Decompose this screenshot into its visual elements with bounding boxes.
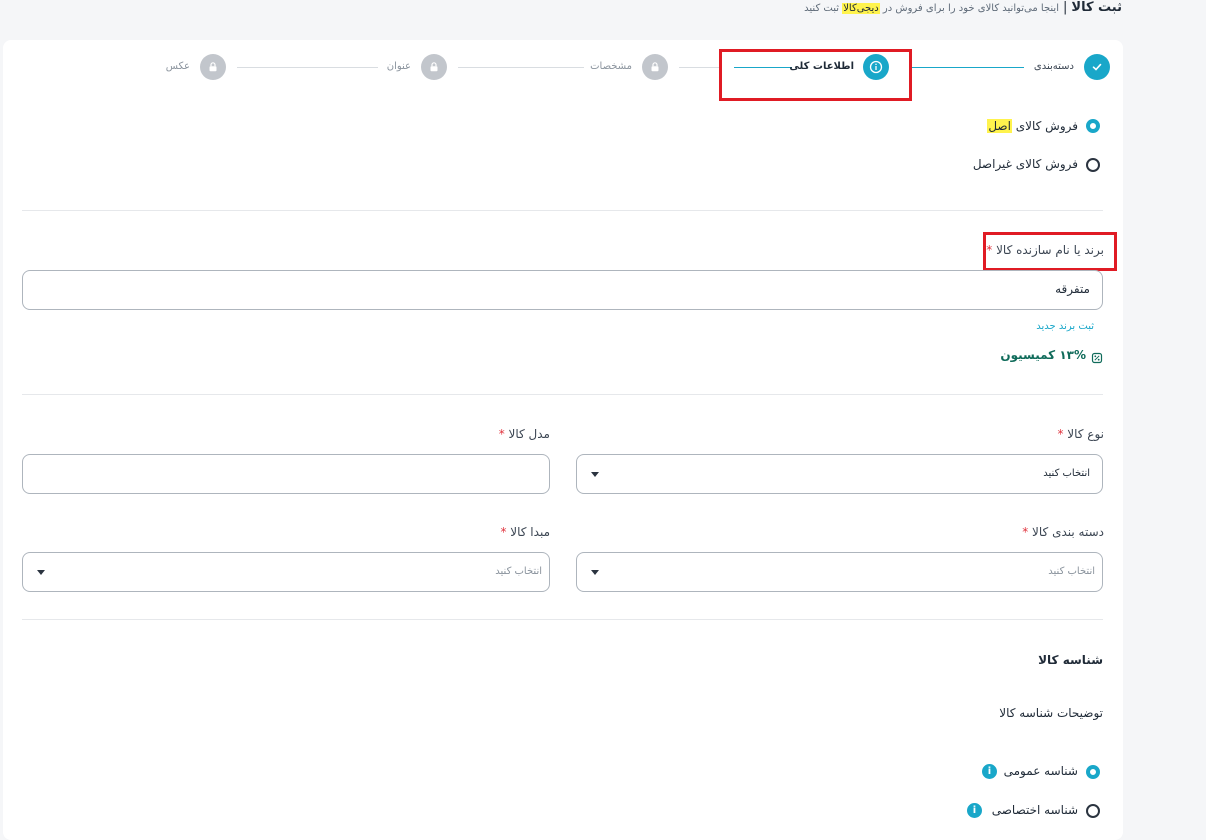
step-photo-circle bbox=[200, 54, 226, 80]
subtitle-after: ثبت کنید bbox=[804, 3, 839, 14]
brand-input-value: متفرقه bbox=[1055, 282, 1090, 296]
chevron-down-icon bbox=[591, 472, 599, 477]
step-connector-done bbox=[910, 67, 1024, 68]
lock-icon bbox=[209, 62, 217, 72]
category-select[interactable]: انتخاب کنید bbox=[576, 552, 1103, 592]
chevron-down-icon bbox=[591, 570, 599, 575]
category-placeholder: انتخاب کنید bbox=[1048, 566, 1095, 577]
radio-non-original-label[interactable]: فروش کالای غیراصل bbox=[973, 157, 1078, 171]
step-title-label: عنوان bbox=[386, 61, 411, 72]
lock-icon bbox=[651, 62, 659, 72]
step-connector-locked-3 bbox=[237, 67, 378, 68]
chevron-down-icon bbox=[37, 570, 45, 575]
radio-exclusive-id[interactable] bbox=[1086, 804, 1100, 818]
new-brand-link[interactable]: ثبت برند جدید bbox=[1036, 321, 1094, 332]
origin-select[interactable]: انتخاب کنید bbox=[22, 552, 550, 592]
model-label: مدل کالا * bbox=[498, 427, 550, 441]
origin-placeholder: انتخاب کنید bbox=[495, 566, 542, 577]
title-separator: | bbox=[1063, 0, 1068, 15]
info-icon[interactable]: i bbox=[982, 764, 997, 779]
annotation-box-brand bbox=[983, 232, 1117, 271]
radio-general-id[interactable] bbox=[1086, 765, 1100, 779]
info-icon[interactable]: i bbox=[967, 803, 982, 818]
step-connector-locked-1 bbox=[679, 67, 719, 68]
step-category-circle[interactable] bbox=[1084, 54, 1110, 80]
divider bbox=[22, 210, 1103, 211]
step-specs-label: مشخصات bbox=[590, 61, 632, 72]
step-specs-circle bbox=[642, 54, 668, 80]
identifier-section-title: شناسه کالا bbox=[1038, 653, 1103, 667]
product-type-value: انتخاب کنید bbox=[1043, 468, 1090, 479]
origin-label: مبدا کالا * bbox=[500, 525, 550, 539]
product-type-label: نوع کالا * bbox=[1057, 427, 1104, 441]
lock-icon bbox=[430, 62, 438, 72]
step-title-circle bbox=[421, 54, 447, 80]
page-title: ثبت کالا bbox=[1071, 0, 1122, 15]
model-input[interactable] bbox=[22, 454, 550, 494]
commission-icon bbox=[1091, 349, 1103, 368]
page-header: ثبت کالا | اینجا می‌توانید کالای خود را … bbox=[804, 0, 1122, 15]
identifier-description-title: توضیحات شناسه کالا bbox=[999, 706, 1103, 720]
radio-non-original[interactable] bbox=[1086, 158, 1100, 172]
radio-original-label[interactable]: فروش کالای اصل bbox=[987, 119, 1078, 133]
page-subtitle: اینجا می‌توانید کالای خود را برای فروش د… bbox=[804, 3, 1059, 14]
subtitle-brand: دیجی‌کالا bbox=[842, 3, 880, 14]
category-label: دسته بندی کالا * bbox=[1022, 525, 1104, 539]
annotation-box-step bbox=[719, 49, 912, 101]
subtitle-before: اینجا می‌توانید کالای خود را برای فروش د… bbox=[882, 3, 1059, 14]
step-photo-label: عکس bbox=[165, 61, 190, 72]
check-icon bbox=[1092, 63, 1102, 71]
commission-text: ۱۳% کمیسیون bbox=[1000, 348, 1086, 362]
step-category-label: دسته‌بندی bbox=[1033, 61, 1074, 72]
product-type-select[interactable]: انتخاب کنید bbox=[576, 454, 1103, 494]
form-card bbox=[3, 40, 1123, 840]
brand-input[interactable]: متفرقه bbox=[22, 270, 1103, 310]
divider bbox=[22, 619, 1103, 620]
radio-general-id-label[interactable]: شناسه عمومی bbox=[1004, 764, 1078, 778]
step-connector-locked-2 bbox=[458, 67, 584, 68]
radio-original[interactable] bbox=[1086, 119, 1100, 133]
divider bbox=[22, 394, 1103, 395]
radio-exclusive-id-label[interactable]: شناسه اختصاصی bbox=[992, 803, 1078, 817]
